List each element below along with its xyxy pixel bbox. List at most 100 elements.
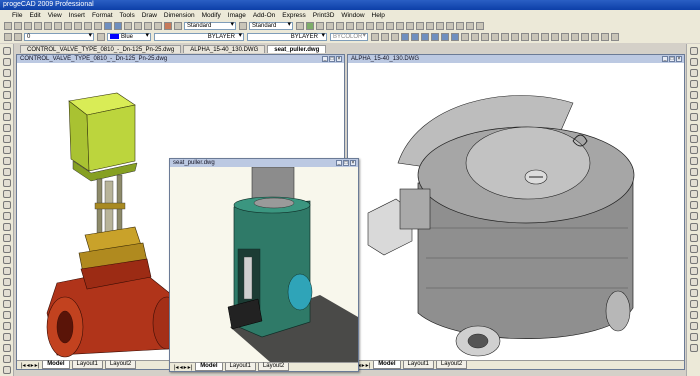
first-tab-icon[interactable]: |◂ xyxy=(174,364,179,371)
layer-state-icon[interactable] xyxy=(14,33,22,41)
properties-icon[interactable] xyxy=(124,21,132,30)
attribute-icon[interactable] xyxy=(690,245,698,253)
erase-icon[interactable] xyxy=(690,47,698,55)
join-icon[interactable] xyxy=(690,190,698,198)
fillet-mod-icon[interactable] xyxy=(690,212,698,220)
subtract-icon[interactable] xyxy=(491,33,499,41)
measure-icon[interactable] xyxy=(154,21,162,30)
photo-icon[interactable] xyxy=(690,311,698,319)
menu-insert[interactable]: Insert xyxy=(69,12,85,19)
close-icon[interactable]: × xyxy=(676,56,682,62)
arc-icon[interactable] xyxy=(3,102,11,110)
box-icon[interactable] xyxy=(401,33,409,41)
pedit-icon[interactable] xyxy=(690,234,698,242)
close-icon[interactable]: × xyxy=(336,56,342,62)
menu-add-on[interactable]: Add-On xyxy=(253,12,275,19)
dim-icon[interactable] xyxy=(296,21,304,30)
shade-icon[interactable] xyxy=(416,21,424,30)
prev-tab-icon[interactable]: ◂ xyxy=(27,362,30,369)
plotstyle-select[interactable]: BYCOLOR xyxy=(330,33,368,41)
export-icon[interactable] xyxy=(690,322,698,330)
doc-tab-seat-puller[interactable]: seat_puller.dwg xyxy=(267,45,327,53)
scale-icon[interactable] xyxy=(690,124,698,132)
tool-icon[interactable] xyxy=(164,21,172,30)
menu-edit[interactable]: Edit xyxy=(29,12,40,19)
slice-icon[interactable] xyxy=(511,33,519,41)
menu-draw[interactable]: Draw xyxy=(142,12,157,19)
menu-image[interactable]: Image xyxy=(228,12,246,19)
paste-icon[interactable] xyxy=(74,21,82,30)
extrude-icon[interactable] xyxy=(461,33,469,41)
polygon-icon[interactable] xyxy=(3,80,11,88)
ucs-icon[interactable] xyxy=(346,21,354,30)
rotate3d-icon[interactable] xyxy=(551,33,559,41)
maximize-icon[interactable]: □ xyxy=(669,56,675,62)
extend-icon[interactable] xyxy=(690,168,698,176)
redo-icon[interactable] xyxy=(94,21,102,30)
make-block-icon[interactable] xyxy=(3,157,11,165)
ellipse-icon[interactable] xyxy=(3,135,11,143)
menu-format[interactable]: Format xyxy=(92,12,113,19)
doc-tab-alpha[interactable]: ALPHA_15-40_130.DWG xyxy=(183,45,266,53)
layout-tab-layout2[interactable]: Layout2 xyxy=(257,363,290,371)
cut-icon[interactable] xyxy=(54,21,62,30)
maximize-icon[interactable]: □ xyxy=(343,160,349,166)
hatch-icon[interactable] xyxy=(3,179,11,187)
copy-obj-icon[interactable] xyxy=(690,58,698,66)
lengthen-icon[interactable] xyxy=(690,146,698,154)
trim-icon[interactable] xyxy=(690,157,698,165)
prev-tab-icon[interactable]: ◂ xyxy=(180,364,183,371)
chamfer-icon[interactable] xyxy=(531,33,539,41)
regen-icon[interactable] xyxy=(3,333,11,341)
draw-poly-icon[interactable] xyxy=(391,33,399,41)
dim-style-select[interactable]: Standard xyxy=(249,21,293,30)
array3d-icon[interactable] xyxy=(571,33,579,41)
stretch-icon[interactable] xyxy=(690,135,698,143)
imprint-icon[interactable] xyxy=(591,33,599,41)
distance-icon[interactable] xyxy=(3,355,11,363)
rotate-icon[interactable] xyxy=(690,113,698,121)
pump-model[interactable] xyxy=(348,63,684,360)
hide-icon[interactable] xyxy=(426,21,434,30)
print-icon[interactable] xyxy=(34,21,42,30)
menu-dimension[interactable]: Dimension xyxy=(164,12,195,19)
blue-tool-icon[interactable] xyxy=(690,289,698,297)
intersect-icon[interactable] xyxy=(501,33,509,41)
zoom-extents-icon[interactable] xyxy=(3,322,11,330)
point-icon[interactable] xyxy=(476,21,484,30)
minimize-icon[interactable]: _ xyxy=(322,56,328,62)
explode-mod-icon[interactable] xyxy=(690,223,698,231)
dim-radius-icon[interactable] xyxy=(3,245,11,253)
zoom-icon[interactable] xyxy=(114,21,122,30)
layer-icon[interactable] xyxy=(144,21,152,30)
line-icon[interactable] xyxy=(3,47,11,55)
grid-icon[interactable] xyxy=(316,21,324,30)
maximize-icon[interactable]: □ xyxy=(329,56,335,62)
text-style-icon[interactable] xyxy=(239,21,247,30)
break-icon[interactable] xyxy=(690,179,698,187)
rectangle-icon[interactable] xyxy=(3,91,11,99)
menu-express[interactable]: Express xyxy=(282,12,305,19)
insert-block-icon[interactable] xyxy=(3,146,11,154)
dim-aligned-icon[interactable] xyxy=(3,234,11,242)
link-icon[interactable] xyxy=(690,333,698,341)
zoom-out-icon[interactable] xyxy=(3,300,11,308)
tolerance-icon[interactable] xyxy=(3,278,11,286)
copy-icon[interactable] xyxy=(64,21,72,30)
material-icon[interactable] xyxy=(386,21,394,30)
text-icon[interactable] xyxy=(3,201,11,209)
mirror-icon[interactable] xyxy=(690,69,698,77)
zoom-in-icon[interactable] xyxy=(3,289,11,297)
dim-linear-icon[interactable] xyxy=(3,223,11,231)
circle-icon[interactable] xyxy=(3,113,11,121)
table-icon[interactable] xyxy=(174,21,182,30)
mirror3d-icon[interactable] xyxy=(561,33,569,41)
new-icon[interactable] xyxy=(4,21,12,30)
layer-previous-icon[interactable] xyxy=(97,33,105,41)
explode-icon[interactable] xyxy=(466,21,474,30)
move-icon[interactable] xyxy=(690,102,698,110)
dim-angle-icon[interactable] xyxy=(3,256,11,264)
sphere-icon[interactable] xyxy=(411,33,419,41)
undo-icon[interactable] xyxy=(84,21,92,30)
chamfer-mod-icon[interactable] xyxy=(690,201,698,209)
